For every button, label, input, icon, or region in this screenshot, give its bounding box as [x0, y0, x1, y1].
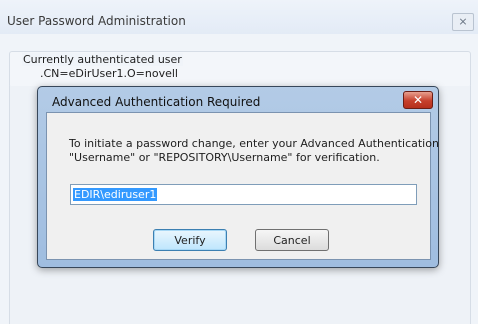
- verify-button[interactable]: Verify: [153, 229, 227, 251]
- authenticated-user-value: .CN=eDirUser1.O=novell: [40, 67, 178, 80]
- dialog-close-button[interactable]: ✕: [403, 91, 433, 109]
- dialog-body: To initiate a password change, enter you…: [46, 112, 439, 260]
- close-icon: ✕: [412, 93, 424, 107]
- background-titlebar: User Password Administration ⨯: [0, 0, 478, 34]
- prompt-line-2: "Username" or "REPOSITORY\Username" for …: [69, 151, 380, 164]
- advanced-authentication-dialog: Advanced Authentication Required ✕ To in…: [37, 86, 439, 268]
- background-close-button[interactable]: ⨯: [452, 13, 474, 31]
- username-input-value: EDIR\ediruser1: [73, 188, 158, 201]
- prompt-line-1: To initiate a password change, enter you…: [69, 137, 439, 150]
- cancel-button[interactable]: Cancel: [255, 229, 329, 251]
- username-input[interactable]: EDIR\ediruser1: [70, 184, 417, 205]
- authenticated-user-label: Currently authenticated user: [22, 53, 183, 66]
- dialog-prompt: To initiate a password change, enter you…: [69, 137, 439, 165]
- dialog-title: Advanced Authentication Required: [52, 95, 261, 109]
- background-window-title: User Password Administration: [7, 14, 186, 28]
